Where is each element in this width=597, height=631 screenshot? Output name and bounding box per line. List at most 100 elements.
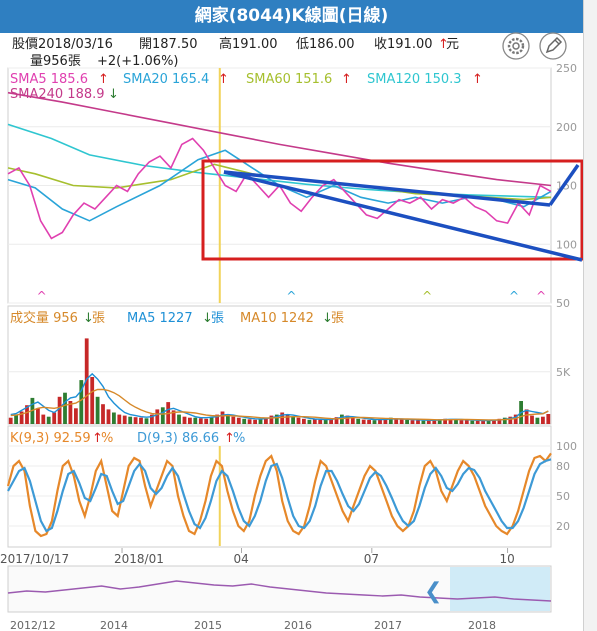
legend-sma20-arrow: ↑ xyxy=(218,72,229,87)
chart-canvas: 股價2018/03/16 開187.50 高191.00 低186.00 收19… xyxy=(0,32,583,631)
series-line-sma240 xyxy=(7,91,552,187)
volume-bar xyxy=(36,408,40,424)
volume-bar xyxy=(399,419,404,424)
volume-bar xyxy=(464,420,469,424)
legend-ma10: MA10 1242 xyxy=(240,311,314,326)
scrollbar-edge[interactable] xyxy=(583,0,597,631)
volume-bar xyxy=(541,416,545,424)
volume-bar xyxy=(204,418,209,424)
info-date: 股價2018/03/16 xyxy=(12,37,113,52)
volume-bar xyxy=(312,419,317,424)
volume-bar xyxy=(101,404,105,424)
annotation-upper-trendline xyxy=(223,170,551,207)
volume-bar xyxy=(410,420,415,424)
info-unit: 元 xyxy=(446,37,459,52)
info-low: 低186.00 xyxy=(296,37,355,52)
signal-marker: ^ xyxy=(422,289,432,303)
volume-bar xyxy=(8,417,13,424)
info-volume: 量956張 xyxy=(30,54,81,69)
navigator-label: 2014 xyxy=(100,619,128,631)
info-high: 高191.00 xyxy=(219,36,278,52)
price-tick-label: 100 xyxy=(556,238,577,251)
pencil-icon[interactable] xyxy=(539,32,567,60)
navigator-label: 2015 xyxy=(194,619,222,631)
kd-tick-label: 80 xyxy=(556,460,570,473)
signal-marker: ^ xyxy=(509,289,519,303)
legend-sma240-arrow: ↓ xyxy=(108,87,119,102)
legend-sma5: SMA5 185.6 xyxy=(10,72,88,87)
volume-tick-label: 5K xyxy=(556,366,571,379)
volume-bar xyxy=(535,417,540,424)
navigator-window xyxy=(450,567,550,611)
volume-bar xyxy=(242,418,247,424)
signal-marker: ^ xyxy=(536,289,546,303)
volume-bar xyxy=(112,412,116,424)
navigator-label: 2016 xyxy=(284,619,312,631)
volume-bar xyxy=(133,417,138,424)
volume-bar xyxy=(530,415,534,424)
navigator-label: 2012/12 xyxy=(10,619,56,631)
gear-icon[interactable] xyxy=(502,32,530,60)
volume-bar xyxy=(220,411,225,424)
volume-bar xyxy=(405,420,409,424)
volume-bar xyxy=(160,407,165,424)
legend-ma5-unit: 張 xyxy=(211,311,224,326)
signal-marker: ^ xyxy=(37,289,47,303)
x-axis: 2017/10/17 2018/01 04 07 10 xyxy=(0,548,515,566)
volume-bar xyxy=(475,420,480,424)
legend-volume: 成交量 956 xyxy=(10,310,78,326)
x-tick-label: 2018/01 xyxy=(114,552,164,566)
volume-bar xyxy=(106,409,111,424)
legend-volume-unit: 張 xyxy=(92,311,105,326)
series-line-sma5 xyxy=(7,137,552,240)
price-tick-label: 250 xyxy=(556,62,577,75)
volume-bar xyxy=(350,417,355,424)
volume-bar xyxy=(95,396,100,424)
x-tick-label: 2017/10/17 xyxy=(0,552,69,566)
volume-bar xyxy=(253,419,257,424)
volume-bar xyxy=(302,418,306,424)
volume-bar xyxy=(291,416,295,424)
volume-bar xyxy=(117,414,122,424)
volume-bar xyxy=(188,417,192,424)
legend-sma20: SMA20 165.4 xyxy=(123,72,209,87)
legend-sma240: SMA240 188.9 xyxy=(10,87,105,102)
volume-bar xyxy=(459,420,464,424)
volume-bar xyxy=(46,416,51,424)
kd-chart: 100 80 50 20 xyxy=(6,440,577,546)
legend-sma5-arrow: ↑ xyxy=(98,72,109,87)
volume-bar xyxy=(247,419,252,424)
volume-bar xyxy=(41,414,46,424)
volume-bar xyxy=(193,417,198,424)
kd-tick-label: 20 xyxy=(556,520,570,533)
legend-sma60-arrow: ↑ xyxy=(341,72,352,87)
volume-bar xyxy=(416,420,420,424)
volume-bar xyxy=(258,419,263,424)
volume-bar xyxy=(361,419,366,424)
volume-bar xyxy=(323,419,328,424)
legend-sma120-arrow: ↑ xyxy=(472,72,483,87)
volume-chart: 5K xyxy=(8,338,571,424)
volume-bar xyxy=(122,415,127,424)
volume-bar xyxy=(280,412,285,424)
x-tick-label: 07 xyxy=(364,552,379,566)
navigator-arrow-icon: ❮ xyxy=(424,579,442,604)
volume-bar xyxy=(356,418,361,424)
legend-ma5: MA5 1227 xyxy=(127,311,193,326)
volume-bar xyxy=(367,420,371,424)
volume-bar xyxy=(231,416,236,424)
navigator-label: 2018 xyxy=(468,619,496,631)
volume-bar xyxy=(236,417,241,424)
volume-bar xyxy=(470,420,475,424)
volume-bar xyxy=(57,396,62,424)
legend-k: K(9,3) 92.59 xyxy=(10,431,91,446)
legend-d-unit: % xyxy=(233,431,245,446)
volume-bar xyxy=(128,416,133,424)
volume-bar xyxy=(296,417,301,424)
legend-ma10-unit: 張 xyxy=(331,311,344,326)
volume-bar xyxy=(318,420,323,424)
legend-k-unit: % xyxy=(101,431,113,446)
info-close: 收191.00 xyxy=(374,37,433,52)
volume-bar xyxy=(144,418,149,424)
signal-marker: ^ xyxy=(286,289,296,303)
